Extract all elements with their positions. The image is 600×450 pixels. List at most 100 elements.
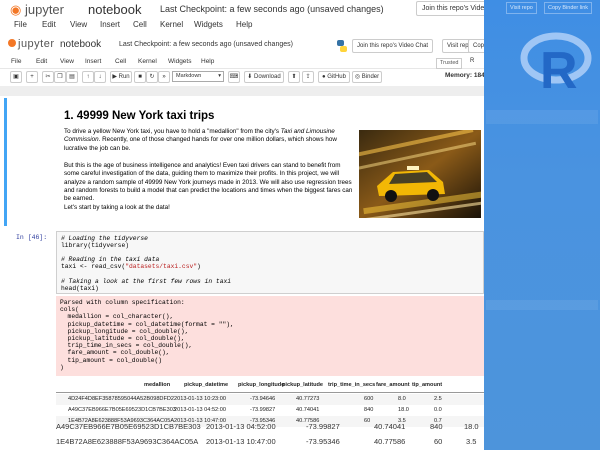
cell: A49C37EB966E7B05E69523D1CB7BE303 xyxy=(68,407,176,413)
stderr-line: ) xyxy=(60,363,64,371)
p1-text-a: To drive a yellow New York taxi, you hav… xyxy=(64,128,281,135)
memory-indicator: Memory: 184 xyxy=(445,72,485,79)
move-down-button[interactable]: ↓ xyxy=(94,71,106,83)
cell: -73.99827 xyxy=(250,407,276,413)
code-line-4: # Reading in the taxi data xyxy=(61,256,160,264)
stderr-line: medallion = col_character(), xyxy=(60,313,174,321)
panel-copy-binder-button[interactable]: Copy Binder link xyxy=(544,2,593,14)
markdown-cell[interactable]: 1. 49999 New York taxi trips To drive a … xyxy=(4,98,484,226)
menu-edit[interactable]: Edit xyxy=(36,58,47,65)
github-button[interactable]: ● GitHub xyxy=(318,71,350,83)
jupyter-logo: jupyter xyxy=(8,38,55,50)
table-row: A49C37EB966E7B05E69523D1CB7BE303 2013-01… xyxy=(56,405,484,416)
menu-kernel[interactable]: Kernel xyxy=(138,58,157,65)
menu-insert[interactable]: Insert xyxy=(85,58,101,65)
keyboard-icon: ⌨ xyxy=(229,74,239,80)
download-label: Download xyxy=(254,74,281,80)
ghost-menu-view[interactable]: View xyxy=(70,20,87,29)
unsaved-text: (unsaved changes) xyxy=(233,41,293,48)
paste-icon: ▤ xyxy=(69,74,75,80)
panel-strip xyxy=(486,300,598,310)
table-header-divider xyxy=(56,392,484,393)
ghost-menu-cell[interactable]: Cell xyxy=(133,20,147,29)
menu-view[interactable]: View xyxy=(60,58,74,65)
kernel-name: R xyxy=(470,58,475,64)
video-chat-button[interactable]: Join this repo's Video Chat xyxy=(352,39,434,53)
ghost-menu-help[interactable]: Help xyxy=(236,20,252,29)
ghost-menu-file[interactable]: File xyxy=(14,20,27,29)
github-label: GitHub xyxy=(327,74,346,80)
move-up-button[interactable]: ↑ xyxy=(82,71,94,83)
stderr-line: Parsed with column specification: xyxy=(60,299,185,306)
app-name: jupyter xyxy=(18,38,55,50)
stop-icon: ■ xyxy=(138,74,142,80)
stderr-line: cols( xyxy=(60,306,79,314)
markdown-paragraph-1: To drive a yellow New York taxi, you hav… xyxy=(64,128,354,153)
binder-icon: ◎ xyxy=(354,74,361,80)
menu-help[interactable]: Help xyxy=(201,58,214,65)
binder-button[interactable]: ◎ Binder xyxy=(352,71,382,83)
r-logo-letter: R xyxy=(540,42,578,92)
col-medallion: medallion xyxy=(144,382,171,388)
ghost-menu-insert[interactable]: Insert xyxy=(100,20,120,29)
jupyter-orb-icon xyxy=(8,39,16,47)
ghost-menu-edit[interactable]: Edit xyxy=(42,20,56,29)
notebook-name[interactable]: notebook xyxy=(60,39,101,50)
copy-button[interactable]: ❐ xyxy=(54,71,66,83)
ghost-menu-kernel[interactable]: Kernel xyxy=(160,20,183,29)
cell: 4D24F4D8EF35878595044A52B098DFD2 xyxy=(68,396,175,402)
code-line-1: # Loading the tidyverse xyxy=(61,235,148,242)
save-button[interactable]: ▣ xyxy=(10,71,22,83)
cell: 60 xyxy=(434,437,443,446)
table-row: 4D24F4D8EF35878595044A52B098DFD2 2013-01… xyxy=(56,394,484,405)
insert-cell-button[interactable]: + xyxy=(26,71,38,83)
binder-label: Binder xyxy=(361,74,380,80)
cell: 18.0 xyxy=(398,407,409,413)
upload-icon: ⬆ xyxy=(291,74,297,80)
menu-widgets[interactable]: Widgets xyxy=(168,58,191,65)
download-button[interactable]: ⬇ Download xyxy=(244,71,284,83)
cell: 3.5 xyxy=(466,437,477,446)
cell: -73.95346 xyxy=(306,437,340,446)
menu-file[interactable]: File xyxy=(11,58,21,65)
markdown-paragraph-2: But this is the age of business intellig… xyxy=(64,162,353,203)
download-icon: ⬇ xyxy=(247,74,253,80)
stderr-line: trip_time_in_secs = col_double(), xyxy=(60,342,193,350)
cell: 600 xyxy=(364,396,374,402)
paste-button[interactable]: ▤ xyxy=(66,71,78,83)
stop-button[interactable]: ■ xyxy=(134,71,146,83)
stderr-line: fare_amount = col_double(), xyxy=(60,349,170,357)
restart-run-button[interactable]: » xyxy=(158,71,170,83)
copy-icon: ❐ xyxy=(57,74,63,80)
cell: 2013-01-13 10:47:00 xyxy=(206,437,276,446)
restart-button[interactable]: ↻ xyxy=(146,71,158,83)
cell: 2013-01-13 04:52:00 xyxy=(206,422,276,431)
cell: A49C37EB966E7B05E69523D1CB7BE303 xyxy=(56,422,201,431)
code-line-5: taxi <- read_csv("datasets/taxi.csv") xyxy=(61,263,479,270)
ghost-menu-widgets[interactable]: Widgets xyxy=(194,20,223,29)
menu-cell[interactable]: Cell xyxy=(115,58,126,65)
share-button[interactable]: ⇪ xyxy=(302,71,314,83)
run-button[interactable]: ▶ Run xyxy=(110,71,132,83)
cell-type-select[interactable]: Markdown ▾ xyxy=(172,71,224,82)
restart-icon: ↻ xyxy=(149,74,155,80)
panel-strip xyxy=(486,110,598,124)
r-logo-icon: R xyxy=(520,32,592,92)
upload-button[interactable]: ⬆ xyxy=(288,71,300,83)
markdown-title: 1. 49999 New York taxi trips xyxy=(64,110,215,122)
cell: 18.0 xyxy=(464,422,479,431)
col-tip-amount: tip_amount xyxy=(412,382,443,388)
col-pickup-latitude: pickup_latitude xyxy=(282,382,324,388)
trusted-badge[interactable]: Trusted xyxy=(436,58,463,69)
p1-text-b: . Recently, one of those changed hands f… xyxy=(64,136,337,152)
code-editor[interactable]: # Loading the tidyverse library(tidyvers… xyxy=(56,231,484,294)
keyboard-button[interactable]: ⌨ xyxy=(228,71,240,83)
github-icon: ● xyxy=(322,74,326,80)
ghost-notebook-name[interactable]: notebook xyxy=(88,2,142,17)
stderr-line: pickup_longitude = col_double(), xyxy=(60,327,189,335)
cell: 40.74041 xyxy=(296,407,320,413)
panel-visit-repo-button[interactable]: Visit repo xyxy=(506,2,537,14)
cut-button[interactable]: ✂ xyxy=(42,71,54,83)
cell: 40.77586 xyxy=(374,437,406,446)
